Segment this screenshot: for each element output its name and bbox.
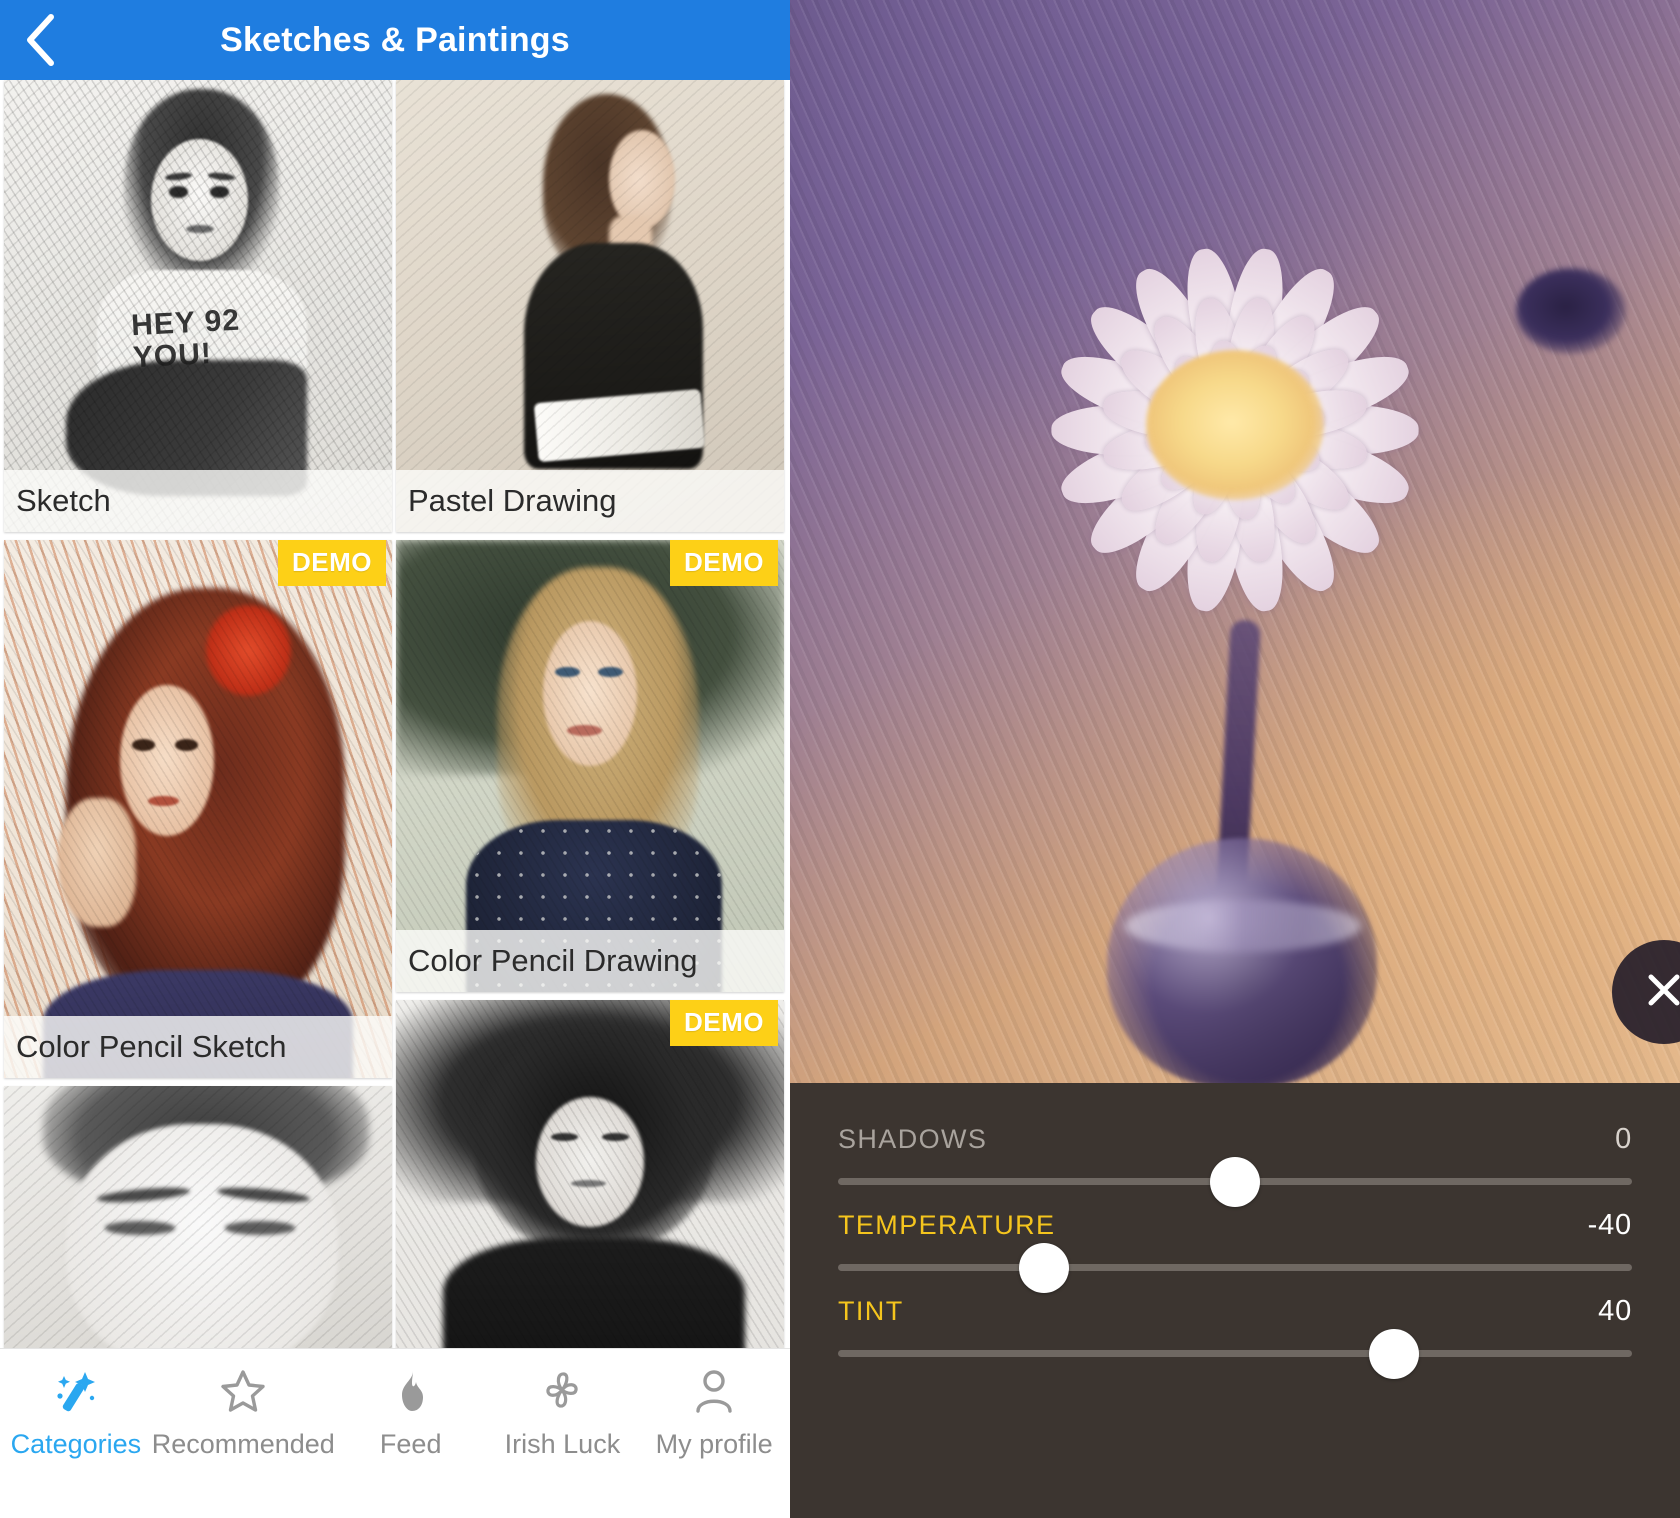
effect-thumbnail <box>4 1086 392 1348</box>
tab-label: Recommended <box>151 1429 335 1459</box>
slider-label: SHADOWS <box>838 1124 988 1154</box>
back-button[interactable] <box>0 0 80 80</box>
slider-temperature[interactable]: TEMPERATURE -40 <box>838 1209 1632 1293</box>
slider-header: SHADOWS 0 <box>838 1123 1632 1156</box>
slider-track[interactable] <box>838 1242 1632 1293</box>
magic-wand-icon <box>51 1365 101 1417</box>
slider-header: TEMPERATURE -40 <box>838 1209 1632 1242</box>
slider-tint[interactable]: TINT 40 <box>838 1295 1632 1379</box>
clover-icon <box>536 1365 588 1417</box>
effect-thumbnail <box>396 80 784 532</box>
slider-handle[interactable] <box>1019 1242 1070 1293</box>
effect-card-sketch[interactable]: HEY 92 YOU! Sketch <box>4 80 392 532</box>
demo-badge: DEMO <box>278 540 386 586</box>
effect-thumbnail: HEY 92 YOU! <box>4 80 392 532</box>
close-icon <box>1641 967 1680 1018</box>
effect-name: Sketch <box>4 470 392 532</box>
effects-gallery-screen: Sketches & Paintings HEY 92 YOU! <box>0 0 790 1518</box>
bottom-tab-bar[interactable]: Categories Recommended Feed Irish Luck M… <box>0 1348 790 1518</box>
slider-value: 0 <box>1615 1123 1632 1155</box>
flower-center <box>1146 350 1324 500</box>
slider-track[interactable] <box>838 1328 1632 1379</box>
slider-value: -40 <box>1587 1209 1632 1241</box>
grid-column-right: Pastel Drawing DEMO Color Pencil Drawing <box>396 80 784 1348</box>
glass-vase <box>1107 838 1377 1083</box>
background-bud <box>1516 268 1626 354</box>
effect-thumbnail <box>4 540 392 1078</box>
app-header: Sketches & Paintings <box>0 0 790 80</box>
person-icon <box>689 1365 739 1417</box>
slider-label: TINT <box>838 1296 904 1326</box>
tab-irish-luck[interactable]: Irish Luck <box>487 1365 639 1460</box>
effect-card-color-pencil-sketch[interactable]: DEMO Color Pencil Sketch <box>4 540 392 1078</box>
vase-highlight <box>1125 900 1361 952</box>
slider-handle[interactable] <box>1368 1328 1419 1379</box>
tab-categories[interactable]: Categories <box>0 1365 152 1460</box>
effect-name: Color Pencil Drawing <box>396 930 784 992</box>
slider-track[interactable] <box>838 1156 1632 1207</box>
tab-my-profile[interactable]: My profile <box>638 1365 790 1460</box>
effect-thumbnail <box>396 1000 784 1348</box>
slider-header: TINT 40 <box>838 1295 1632 1328</box>
effect-name: Color Pencil Sketch <box>4 1016 392 1078</box>
demo-badge: DEMO <box>670 1000 778 1046</box>
tab-label: Irish Luck <box>504 1429 621 1459</box>
slider-value: 40 <box>1598 1295 1632 1327</box>
star-icon <box>218 1365 268 1417</box>
dual-screenshot: Sketches & Paintings HEY 92 YOU! <box>0 0 1680 1518</box>
effect-card-6[interactable]: DEMO <box>396 1000 784 1348</box>
tab-feed[interactable]: Feed <box>335 1365 487 1460</box>
chevron-left-icon <box>23 12 57 68</box>
demo-badge: DEMO <box>670 540 778 586</box>
flame-icon <box>386 1365 436 1417</box>
page-title: Sketches & Paintings <box>220 20 570 59</box>
tab-recommended[interactable]: Recommended <box>152 1365 335 1460</box>
grid-column-left: HEY 92 YOU! Sketch DEMO <box>4 80 392 1348</box>
effects-grid[interactable]: HEY 92 YOU! Sketch DEMO <box>0 80 790 1348</box>
tab-label: Feed <box>379 1429 442 1459</box>
slider-shadows[interactable]: SHADOWS 0 <box>838 1123 1632 1207</box>
effect-card-5[interactable] <box>4 1086 392 1348</box>
adjustment-panel: SHADOWS 0 TEMPERATURE -40 TINT 40 <box>790 1083 1680 1518</box>
effect-name: Pastel Drawing <box>396 470 784 532</box>
slider-handle[interactable] <box>1210 1156 1260 1207</box>
tab-label: Categories <box>10 1429 142 1459</box>
slider-label: TEMPERATURE <box>838 1210 1056 1240</box>
photo-preview[interactable] <box>790 0 1680 1083</box>
tab-label: My profile <box>655 1429 773 1459</box>
effect-thumbnail <box>396 540 784 992</box>
effect-card-color-pencil-drawing[interactable]: DEMO Color Pencil Drawing <box>396 540 784 992</box>
effect-card-pastel-drawing[interactable]: Pastel Drawing <box>396 80 784 532</box>
